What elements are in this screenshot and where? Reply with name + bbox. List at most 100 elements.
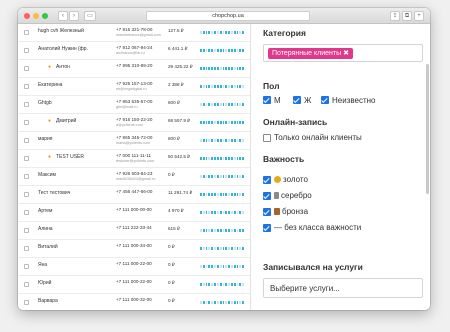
visit-mark xyxy=(216,247,219,250)
customer-row[interactable]: Тест тестович +7 456 447-66-00 11 291.74 ₽ xyxy=(18,186,250,204)
customer-row[interactable]: Виталий +7 111 000-34-00 0 ₽ xyxy=(18,240,250,258)
row-checkbox[interactable] xyxy=(24,102,29,107)
minimize-window-button[interactable] xyxy=(33,13,39,19)
customer-name[interactable]: Варвара xyxy=(38,298,110,304)
tabs-icon[interactable]: ⧉ xyxy=(402,11,412,21)
importance-silver-checkbox[interactable] xyxy=(263,192,271,200)
visit-mark xyxy=(239,283,242,286)
row-checkbox[interactable] xyxy=(24,246,29,251)
customer-row[interactable]: Ghtgb +7 953 535-57-00 ghe@mail.ru 600 ₽ xyxy=(18,96,250,114)
row-checkbox[interactable] xyxy=(24,264,29,269)
customer-phone: +7 000 111-11-11 xyxy=(116,153,152,158)
visit-mark xyxy=(239,211,242,214)
visit-mark xyxy=(225,283,228,286)
sidebar-icon[interactable]: ▭ xyxy=(84,11,96,21)
visit-mark xyxy=(233,229,236,232)
row-checkbox[interactable] xyxy=(24,300,29,305)
customer-phone: +7 925 157-13-00 xyxy=(116,81,153,86)
gender-unknown-checkbox[interactable] xyxy=(321,96,329,104)
maximize-window-button[interactable] xyxy=(42,13,48,19)
customer-name[interactable]: hugh cvh Железный xyxy=(38,28,110,34)
row-checkbox[interactable] xyxy=(24,138,29,143)
customer-row[interactable]: hugh cvh Железный +7 915 321-78-00 maxsheb… xyxy=(18,24,250,42)
customer-row[interactable]: мария +7 965 345-72-00 maria@yclients.com 6… xyxy=(18,132,250,150)
customer-name[interactable]: Виталий xyxy=(38,244,110,250)
customer-row[interactable]: Яна +7 111 000-22-00 0 ₽ xyxy=(18,258,250,276)
customer-name[interactable]: Екатерина xyxy=(38,82,110,88)
panel-scrollbar[interactable] xyxy=(426,64,429,194)
customer-amount: 127.5 ₽ xyxy=(168,28,184,33)
visit-mark xyxy=(233,211,236,214)
visit-mark xyxy=(211,247,214,250)
services-select[interactable]: Выберите услуги... xyxy=(263,278,423,298)
customer-phone: +7 456 447-66-00 xyxy=(116,189,153,194)
visit-history xyxy=(200,175,244,179)
customer-row[interactable]: Екатерина +7 925 157-13-00 eb@ringsdigital… xyxy=(18,78,250,96)
visit-mark xyxy=(205,265,208,268)
customer-name[interactable]: Максим xyxy=(38,172,110,178)
customer-row[interactable]: Антон ● +7 995 310-89-20 29 425.22 ₽ xyxy=(18,60,250,78)
visit-mark xyxy=(230,49,233,52)
visit-mark xyxy=(211,67,214,70)
customer-name[interactable]: Тест тестович xyxy=(38,190,110,196)
visit-mark xyxy=(236,301,239,304)
customer-name[interactable]: Артем xyxy=(38,208,110,214)
visit-mark xyxy=(208,157,211,160)
remove-tag-icon[interactable]: ✖ xyxy=(343,50,349,57)
customer-row[interactable]: Артем +7 111 000-00-00 4 970 ₽ xyxy=(18,204,250,222)
row-checkbox[interactable] xyxy=(24,156,29,161)
row-checkbox[interactable] xyxy=(24,120,29,125)
forward-icon[interactable]: › xyxy=(69,11,79,21)
customer-name[interactable]: Анатолий Нужин (фр. xyxy=(38,46,110,52)
visit-mark xyxy=(239,229,242,232)
customer-row[interactable]: Юрий +7 111 000-22-00 0 ₽ xyxy=(18,276,250,294)
customer-row[interactable]: TEST USER ● +7 000 111-11-11 testuser@yclie… xyxy=(18,150,250,168)
customer-row[interactable]: Дмитрий ● +7 916 150-22-20 d@yclients.com 68… xyxy=(18,114,250,132)
customer-name[interactable]: Юрий xyxy=(38,280,110,286)
visit-mark xyxy=(200,229,202,232)
address-bar[interactable]: chopchop.ua xyxy=(146,11,310,21)
category-select[interactable]: Потерянные клиенты ✖ xyxy=(263,44,423,62)
back-icon[interactable]: ‹ xyxy=(58,11,68,21)
visit-mark xyxy=(219,67,222,70)
customer-row[interactable]: Анатолий Нужин (фр. +7 912 067-94-24 anzha… xyxy=(18,42,250,60)
customer-list: hugh cvh Железный +7 915 321-78-00 maxsheb… xyxy=(18,24,250,310)
visit-mark xyxy=(219,103,222,106)
importance-gold-checkbox[interactable] xyxy=(263,176,271,184)
customer-row[interactable]: Варвара +7 111 000-32-00 0 ₽ xyxy=(18,294,250,310)
row-checkbox[interactable] xyxy=(24,228,29,233)
online-heading: Онлайн-запись xyxy=(263,117,328,127)
new-tab-icon[interactable]: + xyxy=(414,11,424,21)
importance-none-checkbox[interactable] xyxy=(263,224,271,232)
row-checkbox[interactable] xyxy=(24,30,29,35)
row-checkbox[interactable] xyxy=(24,66,29,71)
gender-m-checkbox[interactable] xyxy=(263,96,271,104)
online-only-checkbox[interactable] xyxy=(263,134,271,142)
visit-mark xyxy=(211,121,214,124)
close-window-button[interactable] xyxy=(24,13,30,19)
row-checkbox[interactable] xyxy=(24,192,29,197)
visit-history xyxy=(200,103,244,107)
customer-name[interactable]: Алина xyxy=(38,226,110,232)
visit-mark xyxy=(225,229,228,232)
share-icon[interactable]: ⇪ xyxy=(390,11,400,21)
visit-mark xyxy=(228,139,230,142)
visit-mark xyxy=(228,175,230,178)
row-checkbox[interactable] xyxy=(24,174,29,179)
category-tag[interactable]: Потерянные клиенты ✖ xyxy=(268,48,353,59)
category-tag-label: Потерянные клиенты xyxy=(272,50,342,57)
visit-mark xyxy=(214,193,216,196)
customer-row[interactable]: Максим +7 926 503-84-23 max5038423@gmail.r… xyxy=(18,168,250,186)
customer-name[interactable]: Яна xyxy=(38,262,110,268)
row-checkbox[interactable] xyxy=(24,84,29,89)
customer-name[interactable]: Ghtgb xyxy=(38,100,110,106)
visit-mark xyxy=(242,31,244,34)
customer-row[interactable]: Алина +7 111 222-33-44 615 ₽ xyxy=(18,222,250,240)
importance-bronze-checkbox[interactable] xyxy=(263,208,271,216)
customer-phone: +7 111 000-00-00 xyxy=(116,207,152,212)
gender-f-checkbox[interactable] xyxy=(293,96,301,104)
row-checkbox[interactable] xyxy=(24,48,29,53)
row-checkbox[interactable] xyxy=(24,210,29,215)
customer-name[interactable]: мария xyxy=(38,136,110,142)
row-checkbox[interactable] xyxy=(24,282,29,287)
